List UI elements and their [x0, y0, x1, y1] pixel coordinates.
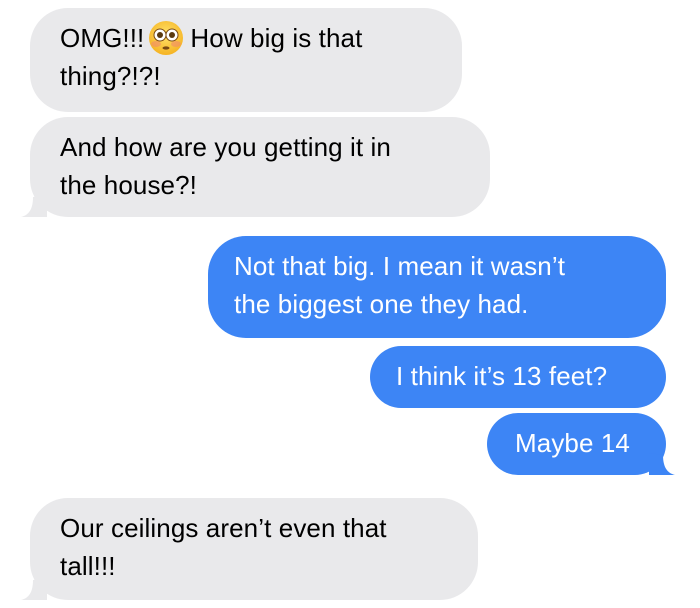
- message-text: thing?!?!: [60, 61, 161, 91]
- bubble-tail-icon: [21, 578, 47, 600]
- message-text: the house?!: [60, 170, 197, 200]
- bubble-tail-icon: [649, 453, 675, 475]
- message-text: Not that big. I mean it wasn’t: [234, 251, 566, 281]
- message-text: I think it’s 13 feet?: [396, 361, 608, 391]
- sent-message-bubble[interactable]: Not that big. I mean it wasn’t the bigge…: [208, 236, 666, 338]
- bubble-tail-icon: [21, 195, 47, 217]
- received-message-bubble[interactable]: OMG!!! How big is that thing?!?!: [30, 8, 462, 112]
- flushed-face-icon: [149, 21, 184, 55]
- message-text: How big is that: [190, 23, 363, 53]
- message-text: Our ceilings aren’t even that: [60, 513, 387, 543]
- message-text: And how are you getting it in: [60, 132, 391, 162]
- message-text: tall!!!: [60, 551, 116, 581]
- message-thread: OMG!!! How big is that thing?!?! And how…: [0, 0, 700, 608]
- sent-message-bubble[interactable]: I think it’s 13 feet?: [370, 346, 666, 408]
- message-text: the biggest one they had.: [234, 289, 529, 319]
- sent-message-bubble[interactable]: Maybe 14: [487, 413, 675, 475]
- received-message-bubble[interactable]: And how are you getting it in the house?…: [21, 117, 490, 217]
- message-text: Maybe 14: [515, 428, 630, 458]
- received-message-bubble[interactable]: Our ceilings aren’t even that tall!!!: [21, 498, 478, 600]
- message-text: OMG!!!: [60, 23, 145, 53]
